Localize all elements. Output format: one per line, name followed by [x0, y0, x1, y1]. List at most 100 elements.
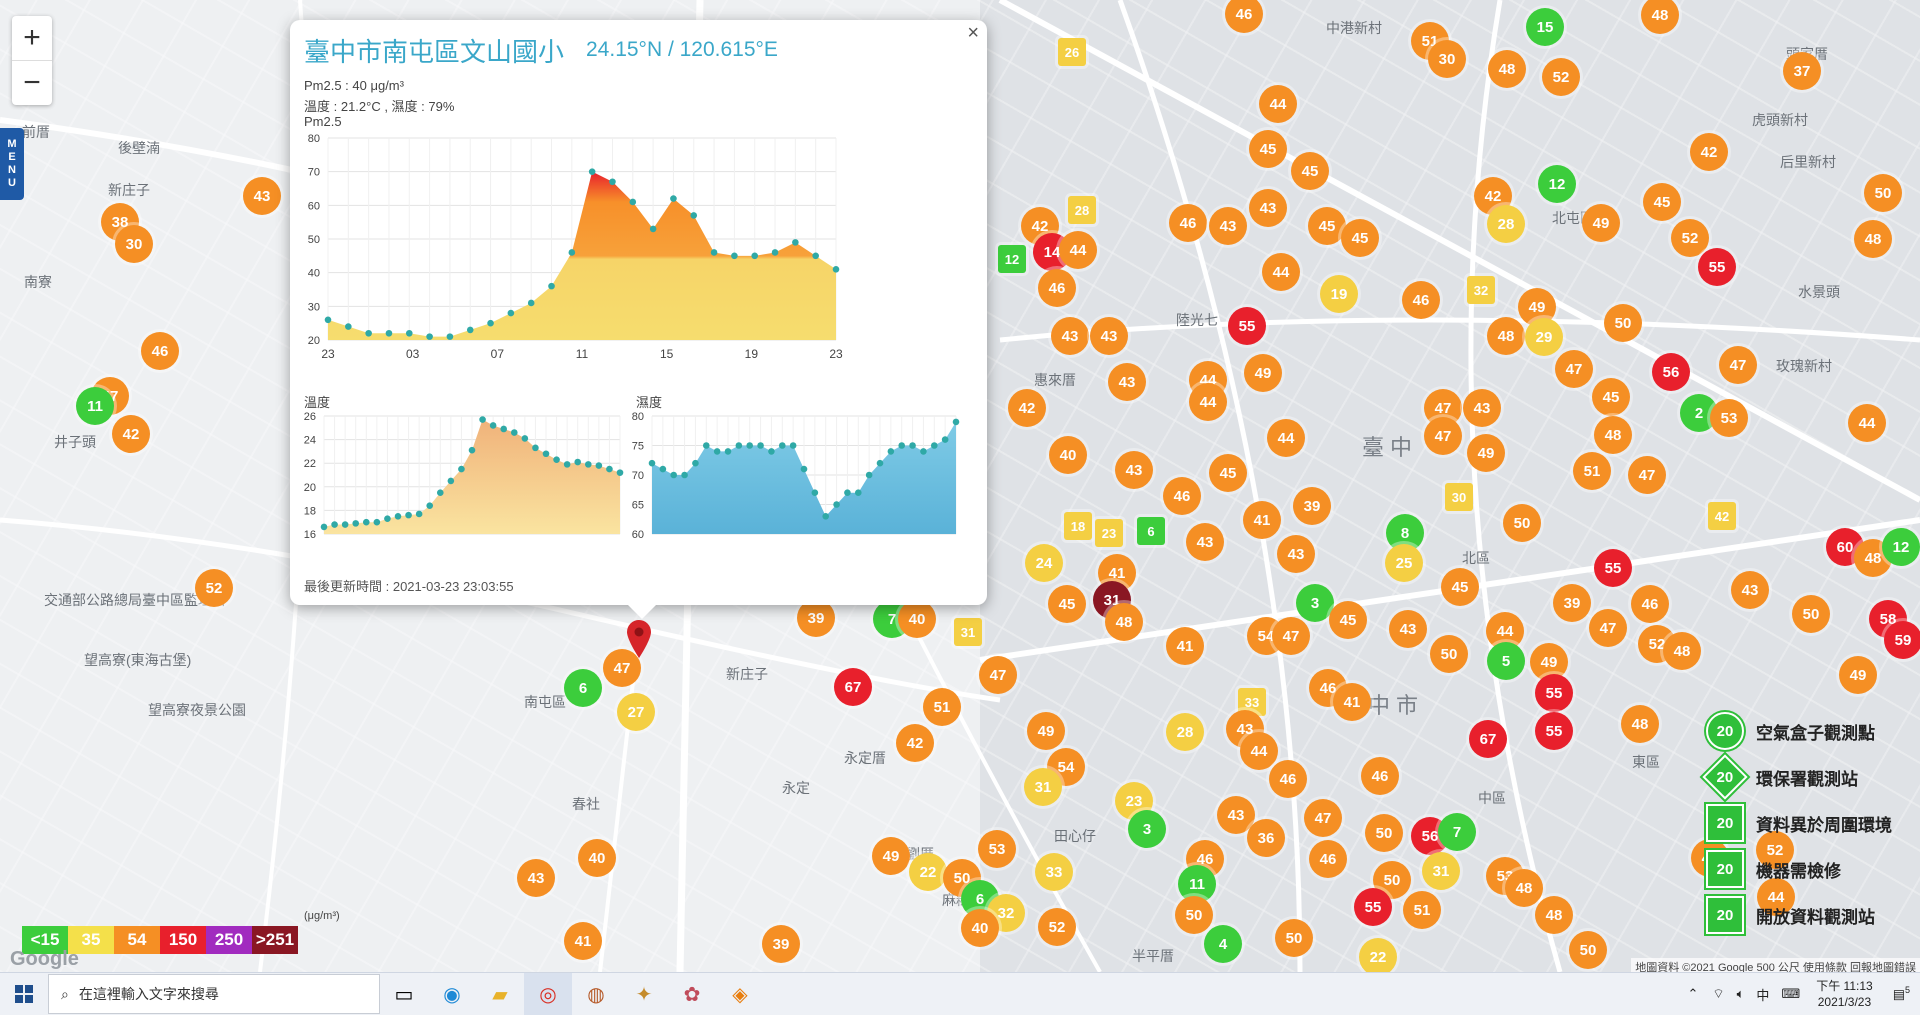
epa-station-marker[interactable]: 18	[1064, 512, 1092, 540]
task-view-icon[interactable]: ▭	[380, 973, 428, 1015]
airbox-marker[interactable]: 46	[1269, 760, 1307, 798]
airbox-marker[interactable]: 50	[1275, 919, 1313, 957]
airbox-marker[interactable]: 48	[1488, 50, 1526, 88]
network-app-icon[interactable]: ✿	[668, 973, 716, 1015]
airbox-marker[interactable]: 47	[979, 656, 1017, 694]
airbox-marker[interactable]: 7	[1438, 813, 1476, 851]
airbox-marker[interactable]: 30	[1428, 40, 1466, 78]
airbox-marker[interactable]: 43	[1209, 207, 1247, 245]
airbox-marker[interactable]: 46	[1169, 204, 1207, 242]
epa-station-marker[interactable]: 31	[954, 618, 982, 646]
airbox-marker[interactable]: 49	[1839, 656, 1877, 694]
edge-icon[interactable]: ◉	[428, 973, 476, 1015]
blender-icon[interactable]: ◈	[716, 973, 764, 1015]
keyboard-icon[interactable]: ⌨	[1781, 986, 1800, 1002]
airbox-marker[interactable]: 6	[564, 669, 602, 707]
airbox-marker[interactable]: 48	[1105, 603, 1143, 641]
epa-station-marker[interactable]: 30	[1445, 483, 1473, 511]
airbox-marker[interactable]: 43	[1249, 189, 1287, 227]
airbox-marker[interactable]: 67	[834, 668, 872, 706]
epa-station-marker[interactable]: 42	[1708, 502, 1736, 530]
airbox-marker[interactable]: 67	[1469, 720, 1507, 758]
airbox-marker[interactable]: 47	[1424, 417, 1462, 455]
airbox-marker[interactable]: 45	[1209, 454, 1247, 492]
airbox-marker[interactable]: 41	[1243, 501, 1281, 539]
airbox-marker[interactable]: 40	[578, 839, 616, 877]
airbox-marker[interactable]: 50	[1175, 896, 1213, 934]
airbox-marker[interactable]: 44	[1267, 419, 1305, 457]
close-icon[interactable]: ×	[967, 22, 979, 45]
airbox-marker[interactable]: 47	[1589, 609, 1627, 647]
airbox-marker[interactable]: 39	[762, 925, 800, 963]
airbox-marker[interactable]: 24	[1025, 544, 1063, 582]
airbox-marker[interactable]: 46	[1361, 757, 1399, 795]
epa-station-marker[interactable]: 6	[1137, 517, 1165, 545]
airbox-marker[interactable]: 43	[1277, 535, 1315, 573]
airbox-marker[interactable]: 55	[1228, 307, 1266, 345]
airbox-marker[interactable]: 52	[1671, 219, 1709, 257]
airbox-marker[interactable]: 43	[1115, 451, 1153, 489]
airbox-marker[interactable]: 12	[1538, 165, 1576, 203]
epa-station-marker[interactable]: 28	[1068, 196, 1096, 224]
airbox-marker[interactable]: 22	[1359, 938, 1397, 972]
airbox-marker[interactable]: 52	[1038, 908, 1076, 946]
airbox-marker[interactable]: 42	[1690, 133, 1728, 171]
input-method[interactable]: 中	[1756, 985, 1769, 1004]
airbox-marker[interactable]: 39	[1293, 487, 1331, 525]
airbox-marker[interactable]: 30	[115, 225, 153, 263]
network-icon[interactable]: ⌔	[1712, 986, 1724, 1002]
epa-station-marker[interactable]: 12	[998, 245, 1026, 273]
airbox-marker[interactable]: 43	[1108, 363, 1146, 401]
airbox-marker[interactable]: 49	[1027, 712, 1065, 750]
airbox-marker[interactable]: 56	[1652, 353, 1690, 391]
airbox-marker[interactable]: 43	[1051, 317, 1089, 355]
airbox-marker[interactable]: 28	[1487, 205, 1525, 243]
airbox-marker[interactable]: 45	[1048, 585, 1086, 623]
location-pin-icon[interactable]	[624, 618, 654, 660]
compass-app-icon[interactable]: ◍	[572, 973, 620, 1015]
airbox-marker[interactable]: 46	[1038, 269, 1076, 307]
airbox-marker[interactable]: 15	[1526, 8, 1564, 46]
airbox-marker[interactable]: 43	[1731, 571, 1769, 609]
airbox-marker[interactable]: 45	[1341, 219, 1379, 257]
airbox-marker[interactable]: 33	[1035, 853, 1073, 891]
airbox-marker[interactable]: 51	[1403, 891, 1441, 929]
airbox-marker[interactable]: 52	[1542, 58, 1580, 96]
airbox-marker[interactable]: 43	[1463, 389, 1501, 427]
airbox-marker[interactable]: 19	[1320, 275, 1358, 313]
airbox-marker[interactable]: 55	[1535, 674, 1573, 712]
airbox-marker[interactable]: 39	[1553, 584, 1591, 622]
airbox-marker[interactable]: 46	[1631, 585, 1669, 623]
airbox-marker[interactable]: 50	[1430, 635, 1468, 673]
airbox-marker[interactable]: 37	[1783, 52, 1821, 90]
airbox-marker[interactable]: 3	[1128, 810, 1166, 848]
airbox-marker[interactable]: 47	[1272, 617, 1310, 655]
airbox-marker[interactable]: 48	[1594, 416, 1632, 454]
airbox-marker[interactable]: 48	[1663, 632, 1701, 670]
airbox-marker[interactable]: 55	[1698, 248, 1736, 286]
notification-icon[interactable]: ▤5	[1893, 985, 1910, 1002]
airbox-marker[interactable]: 44	[1259, 85, 1297, 123]
airbox-marker[interactable]: 48	[1505, 869, 1543, 907]
chrome-icon[interactable]: ◎	[524, 973, 572, 1015]
airbox-marker[interactable]: 49	[1244, 354, 1282, 392]
airbox-marker[interactable]: 53	[978, 830, 1016, 868]
file-explorer-icon[interactable]: ▰	[476, 973, 524, 1015]
system-clock[interactable]: 下午 11:13 2021/3/23	[1816, 978, 1872, 1010]
airbox-marker[interactable]: 50	[1792, 595, 1830, 633]
airbox-marker[interactable]: 50	[1503, 504, 1541, 542]
airbox-marker[interactable]: 47	[1555, 350, 1593, 388]
airbox-marker[interactable]: 46	[1402, 281, 1440, 319]
airbox-marker[interactable]: 50	[1569, 931, 1607, 969]
airbox-marker[interactable]: 49	[872, 837, 910, 875]
zoom-in-button[interactable]: +	[12, 16, 52, 60]
airbox-marker[interactable]: 40	[961, 909, 999, 947]
airbox-marker[interactable]: 41	[1166, 627, 1204, 665]
airbox-marker[interactable]: 41	[1333, 683, 1371, 721]
airbox-marker[interactable]: 22	[909, 853, 947, 891]
airbox-marker[interactable]: 43	[517, 859, 555, 897]
airbox-marker[interactable]: 48	[1854, 220, 1892, 258]
airbox-marker[interactable]: 31	[1422, 852, 1460, 890]
airbox-marker[interactable]: 11	[76, 387, 114, 425]
volume-icon[interactable]: 🔈︎	[1737, 986, 1745, 1002]
